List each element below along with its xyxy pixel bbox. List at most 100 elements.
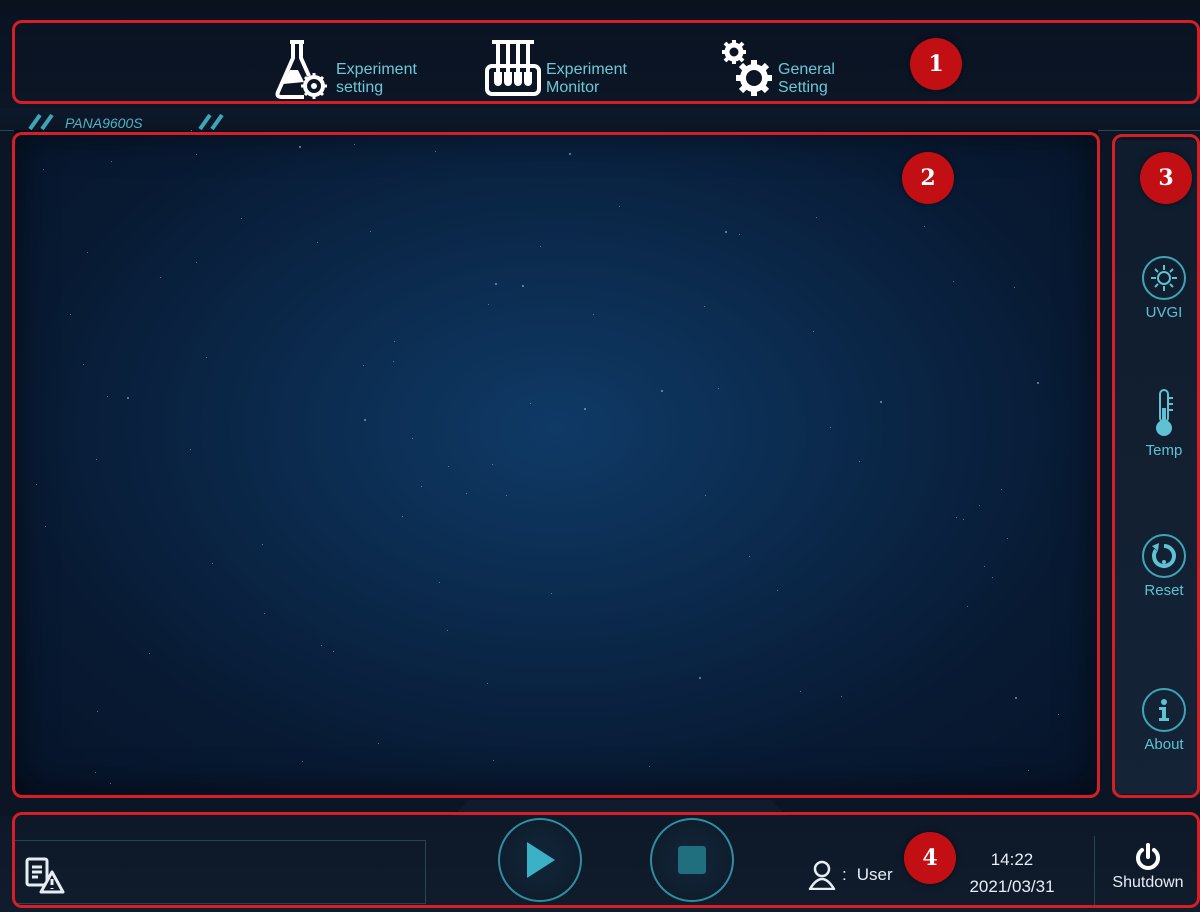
- star-dot: [859, 461, 860, 462]
- star-dot: [196, 154, 197, 155]
- callout-badge-4: 4: [904, 832, 956, 884]
- star-dot: [880, 401, 882, 403]
- star-dot: [264, 613, 265, 614]
- star-dot: [302, 761, 303, 762]
- star-dot: [1014, 287, 1015, 288]
- star-dot: [979, 505, 980, 506]
- star-dot: [749, 556, 750, 557]
- star-dot: [190, 449, 191, 450]
- star-dot: [206, 357, 207, 358]
- star-dot: [1015, 697, 1017, 699]
- star-dot: [412, 438, 413, 439]
- reset-icon: [1142, 534, 1186, 578]
- star-dot: [107, 396, 108, 397]
- star-dot: [924, 226, 925, 227]
- message-log-box[interactable]: [14, 840, 426, 904]
- uvgi-button[interactable]: UVGI: [1128, 256, 1200, 321]
- star-dot: [967, 606, 968, 607]
- star-dot: [70, 314, 71, 315]
- star-dot: [191, 130, 192, 131]
- star-dot: [584, 408, 586, 410]
- main-content-area: [14, 130, 1098, 794]
- star-dot: [1007, 538, 1008, 539]
- info-icon: [1142, 688, 1186, 732]
- callout-badge-1: 1: [910, 38, 962, 90]
- star-dot: [649, 766, 650, 767]
- star-dot: [447, 630, 448, 631]
- user-indicator[interactable]: : User: [808, 860, 893, 890]
- star-dot: [354, 144, 355, 145]
- star-dot: [439, 582, 440, 583]
- star-dot: [551, 593, 552, 594]
- star-dot: [393, 361, 394, 362]
- stop-button[interactable]: [650, 818, 734, 902]
- star-dot: [45, 526, 46, 527]
- star-dot: [841, 696, 842, 697]
- star-dot: [149, 653, 150, 654]
- clock: 14:22 2021/03/31: [960, 846, 1064, 900]
- star-dot: [363, 365, 364, 366]
- star-dot: [1037, 382, 1039, 384]
- star-dot: [321, 645, 322, 646]
- power-icon: [1136, 843, 1160, 870]
- star-dot: [87, 252, 88, 253]
- star-dot: [97, 711, 98, 712]
- star-dot: [488, 304, 489, 305]
- user-separator: :: [842, 865, 847, 884]
- star-dot: [448, 466, 449, 467]
- shutdown-label: Shutdown: [1112, 874, 1184, 891]
- star-dot: [212, 563, 213, 564]
- nav-label: Experiment setting: [336, 61, 417, 96]
- nav-experiment-setting[interactable]: Experiment setting: [274, 34, 417, 102]
- star-dot: [466, 493, 467, 494]
- star-dot: [953, 281, 954, 282]
- star-dot: [378, 743, 379, 744]
- star-dot: [705, 495, 706, 496]
- star-dot: [718, 388, 719, 389]
- star-dot: [43, 169, 44, 170]
- star-dot: [704, 306, 705, 307]
- temp-button[interactable]: Temp: [1128, 388, 1200, 459]
- test-tube-rack-icon: [485, 40, 541, 96]
- reset-label: Reset: [1144, 582, 1184, 599]
- about-button[interactable]: About: [1128, 688, 1200, 753]
- star-dot: [619, 206, 620, 207]
- star-dot: [1028, 770, 1029, 771]
- star-dot: [402, 516, 403, 517]
- star-dot: [593, 314, 594, 315]
- temp-label: Temp: [1145, 442, 1183, 459]
- star-dot: [506, 495, 507, 496]
- star-dot: [699, 677, 701, 679]
- star-dot: [196, 262, 197, 263]
- star-dot: [95, 772, 96, 773]
- star-dot: [725, 231, 727, 233]
- star-dot: [83, 364, 84, 365]
- star-dot: [992, 577, 993, 578]
- star-dot: [160, 277, 161, 278]
- shutdown-button[interactable]: Shutdown: [1094, 836, 1200, 906]
- model-name: PANA9600S: [65, 115, 143, 131]
- nav-general-setting[interactable]: General Setting: [716, 34, 835, 102]
- callout-badge-2: 2: [902, 152, 954, 204]
- reset-button[interactable]: Reset: [1128, 534, 1200, 599]
- star-dot: [241, 218, 242, 219]
- star-dot: [963, 519, 964, 520]
- star-dot: [435, 151, 436, 152]
- star-dot: [540, 246, 541, 247]
- thermometer-icon: [1156, 389, 1173, 436]
- star-dot: [830, 427, 831, 428]
- star-dot: [816, 217, 817, 218]
- start-button[interactable]: [498, 818, 582, 902]
- star-dot: [569, 153, 571, 155]
- star-dot: [800, 691, 801, 692]
- uv-lamp-icon: [1142, 256, 1186, 300]
- star-dot: [127, 397, 129, 399]
- star-dot: [495, 283, 497, 285]
- star-dot: [492, 464, 493, 465]
- nav-label: General Setting: [778, 61, 835, 96]
- star-dot: [1058, 714, 1059, 715]
- nav-experiment-monitor[interactable]: Experiment Monitor: [484, 34, 627, 102]
- star-dot: [111, 161, 112, 162]
- star-dot: [661, 390, 663, 392]
- user-name: User: [856, 865, 893, 884]
